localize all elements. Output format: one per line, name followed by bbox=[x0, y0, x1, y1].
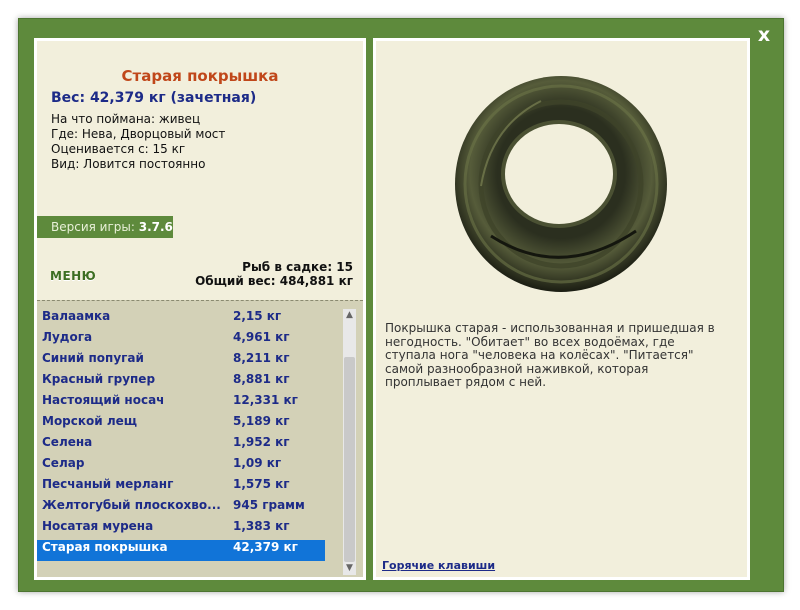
fish-weight: 8,881 кг bbox=[233, 372, 290, 386]
fish-weight: 1,383 кг bbox=[233, 519, 290, 533]
scroll-up-icon[interactable]: ▲ bbox=[343, 309, 356, 322]
catch-info-panel: Старая покрышка Вес: 42,379 кг (зачетная… bbox=[34, 38, 366, 580]
list-item[interactable]: Старая покрышка 42,379 кг bbox=[37, 540, 325, 561]
catch-threshold: Оценивается с: 15 кг bbox=[51, 142, 186, 156]
fish-name: Желтогубый плоскохво... bbox=[42, 498, 221, 512]
catch-type: Вид: Ловится постоянно bbox=[51, 157, 206, 171]
catch-title: Старая покрышка bbox=[121, 67, 279, 85]
fish-name: Селена bbox=[42, 435, 93, 449]
fish-weight: 1,952 кг bbox=[233, 435, 290, 449]
list-item[interactable]: Красный групер 8,881 кг bbox=[37, 372, 325, 393]
fish-name: Морской лещ bbox=[42, 414, 138, 428]
fish-name: Красный групер bbox=[42, 372, 156, 386]
fish-name: Песчаный мерланг bbox=[42, 477, 174, 491]
list-item[interactable]: Селена 1,952 кг bbox=[37, 435, 325, 456]
fish-weight: 42,379 кг bbox=[233, 540, 298, 554]
fish-name: Валаамка bbox=[42, 309, 111, 323]
fish-name: Селар bbox=[42, 456, 85, 470]
fish-weight: 2,15 кг bbox=[233, 309, 282, 323]
fish-list[interactable]: Валаамка 2,15 кг Лудога 4,961 кг Синий попуг… bbox=[37, 309, 325, 561]
fish-name: Настоящий носач bbox=[42, 393, 165, 407]
list-item[interactable]: Настоящий носач 12,331 кг bbox=[37, 393, 325, 414]
fish-weight: 1,09 кг bbox=[233, 456, 282, 470]
version-value: 3.7.6 bbox=[138, 220, 173, 234]
fish-weight: 5,189 кг bbox=[233, 414, 290, 428]
fish-name: Носатая мурена bbox=[42, 519, 154, 533]
list-item[interactable]: Морской лещ 5,189 кг bbox=[37, 414, 325, 435]
catch-weight: Вес: 42,379 кг (зачетная) bbox=[51, 90, 257, 106]
catch-location: Где: Нева, Дворцовый мост bbox=[51, 127, 226, 141]
list-item[interactable]: Лудога 4,961 кг bbox=[37, 330, 325, 351]
list-item[interactable]: Синий попугай 8,211 кг bbox=[37, 351, 325, 372]
fish-weight: 12,331 кг bbox=[233, 393, 298, 407]
fish-name: Синий попугай bbox=[42, 351, 144, 365]
fish-weight: 945 грамм bbox=[233, 498, 305, 512]
fish-weight: 1,575 кг bbox=[233, 477, 290, 491]
menu-button[interactable]: МЕНЮ bbox=[50, 269, 96, 283]
version-label: Версия игры: bbox=[51, 220, 135, 234]
list-scrollbar[interactable]: ▲ ▼ bbox=[343, 309, 356, 575]
total-weight: Общий вес: 484,881 кг bbox=[195, 274, 353, 288]
catch-detail-panel: Покрышка старая - использованная и прише… bbox=[373, 38, 750, 580]
list-item[interactable]: Валаамка 2,15 кг bbox=[37, 309, 325, 330]
fish-count: Рыб в садке: 15 bbox=[242, 260, 353, 274]
close-button[interactable]: x bbox=[752, 24, 776, 46]
list-item[interactable]: Носатая мурена 1,383 кг bbox=[37, 519, 325, 540]
version-badge: Версия игры: 3.7.6 bbox=[37, 216, 173, 238]
fish-weight: 8,211 кг bbox=[233, 351, 290, 365]
hotkeys-link[interactable]: Горячие клавиши bbox=[382, 559, 495, 572]
fish-weight: 4,961 кг bbox=[233, 330, 290, 344]
catch-description: Покрышка старая - использованная и прише… bbox=[385, 321, 715, 389]
catch-bait: На что поймана: живец bbox=[51, 112, 201, 126]
list-item[interactable]: Песчаный мерланг 1,575 кг bbox=[37, 477, 325, 498]
list-item[interactable]: Селар 1,09 кг bbox=[37, 456, 325, 477]
scroll-down-icon[interactable]: ▼ bbox=[343, 562, 356, 575]
fish-list-box: Валаамка 2,15 кг Лудога 4,961 кг Синий попуг… bbox=[37, 300, 363, 577]
fish-name: Лудога bbox=[42, 330, 93, 344]
fish-name: Старая покрышка bbox=[42, 540, 168, 554]
list-item[interactable]: Желтогубый плоскохво... 945 грамм bbox=[37, 498, 325, 519]
scroll-thumb[interactable] bbox=[344, 357, 355, 562]
old-tire-icon bbox=[455, 76, 667, 292]
